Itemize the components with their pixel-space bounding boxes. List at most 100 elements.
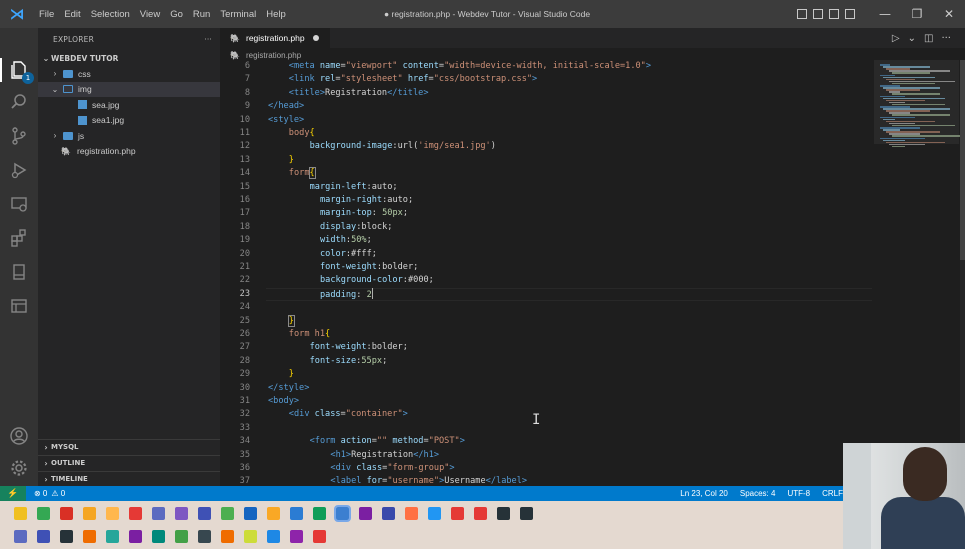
code-line[interactable]: 15 margin-left:auto; bbox=[220, 181, 874, 194]
taskbar-app-icon[interactable] bbox=[175, 506, 188, 520]
taskbar-app-icon[interactable] bbox=[267, 506, 280, 520]
menu-view[interactable]: View bbox=[135, 9, 165, 20]
split-editor-icon[interactable]: ◫ bbox=[924, 33, 933, 44]
menu-help[interactable]: Help bbox=[261, 9, 291, 20]
customize-layout-icon[interactable] bbox=[845, 9, 855, 19]
vertical-scrollbar[interactable] bbox=[960, 60, 965, 486]
extensions-icon[interactable] bbox=[7, 226, 31, 250]
taskbar-app-icon[interactable] bbox=[290, 506, 303, 520]
taskbar-app-icon[interactable] bbox=[60, 506, 73, 520]
line-ending[interactable]: CRLF bbox=[822, 489, 843, 498]
toggle-sidebar-icon[interactable] bbox=[797, 9, 807, 19]
search-icon[interactable] bbox=[7, 90, 31, 114]
menu-selection[interactable]: Selection bbox=[86, 9, 135, 20]
menu-edit[interactable]: Edit bbox=[59, 9, 85, 20]
taskbar-app-icon[interactable] bbox=[37, 506, 50, 520]
code-line[interactable]: 16 margin-right:auto; bbox=[220, 194, 874, 207]
taskbar-app-icon[interactable] bbox=[359, 506, 372, 520]
more-actions-icon[interactable]: ··· bbox=[941, 33, 951, 44]
menu-terminal[interactable]: Terminal bbox=[215, 9, 261, 20]
taskbar-app-icon[interactable] bbox=[175, 529, 188, 543]
taskbar-app-icon[interactable] bbox=[129, 529, 142, 543]
code-editor[interactable]: 6 <meta name="viewport" content="width=de… bbox=[220, 60, 874, 486]
taskbar-app-icon[interactable] bbox=[382, 506, 395, 520]
tab-registration-php[interactable]: 🐘 registration.php bbox=[220, 28, 330, 48]
code-line[interactable]: 7 <link rel="stylesheet" href="css/bootst… bbox=[220, 73, 874, 86]
tree-item-sea1-jpg[interactable]: sea1.jpg bbox=[38, 113, 220, 129]
tree-item-css[interactable]: › css bbox=[38, 66, 220, 82]
code-line[interactable]: 9 </head> bbox=[220, 100, 874, 113]
explorer-more-icon[interactable]: ··· bbox=[204, 35, 212, 44]
taskbar-app-icon[interactable] bbox=[428, 506, 441, 520]
taskbar-app-icon[interactable] bbox=[313, 529, 326, 543]
section-timeline[interactable]: › TIMELINE bbox=[38, 471, 220, 486]
code-line[interactable]: 12 background-image:url('img/sea1.jpg') bbox=[220, 140, 874, 153]
indentation[interactable]: Spaces: 4 bbox=[740, 489, 776, 498]
database-icon[interactable] bbox=[7, 294, 31, 318]
scrollbar-thumb[interactable] bbox=[960, 60, 965, 260]
unsaved-dot-icon[interactable] bbox=[312, 35, 319, 41]
taskbar-app-icon[interactable] bbox=[405, 506, 418, 520]
source-control-icon[interactable] bbox=[7, 124, 31, 148]
taskbar-app-icon[interactable] bbox=[290, 529, 303, 543]
code-line[interactable]: 26 form h1{ bbox=[220, 328, 874, 341]
section-outline[interactable]: › OUTLINE bbox=[38, 455, 220, 470]
code-line[interactable]: 35 <h1>Registration</h1> bbox=[220, 449, 874, 462]
taskbar-app-icon[interactable] bbox=[129, 506, 142, 520]
cursor-position[interactable]: Ln 23, Col 20 bbox=[680, 489, 728, 498]
code-line[interactable]: 30 </style> bbox=[220, 382, 874, 395]
restore-button[interactable]: ❐ bbox=[901, 0, 933, 28]
code-line[interactable]: 33 bbox=[220, 422, 874, 435]
chevron-down-icon[interactable]: ⌄ bbox=[908, 33, 916, 44]
code-line[interactable]: 6 <meta name="viewport" content="width=de… bbox=[220, 60, 874, 73]
code-line[interactable]: 29} bbox=[220, 368, 874, 381]
code-line[interactable]: 36 <div class="form-group"> bbox=[220, 462, 874, 475]
menu-run[interactable]: Run bbox=[188, 9, 215, 20]
settings-gear-icon[interactable] bbox=[7, 456, 31, 480]
taskbar-app-icon[interactable] bbox=[313, 506, 326, 520]
taskbar-app-icon[interactable] bbox=[267, 529, 280, 543]
taskbar-app-icon[interactable] bbox=[198, 506, 211, 520]
code-line[interactable]: 20 color:#fff; bbox=[220, 248, 874, 261]
code-line[interactable]: 11 body{ bbox=[220, 127, 874, 140]
tree-item-sea-jpg[interactable]: sea.jpg bbox=[38, 97, 220, 113]
toggle-panel-icon[interactable] bbox=[813, 9, 823, 19]
taskbar-app-icon[interactable] bbox=[497, 506, 510, 520]
account-icon[interactable] bbox=[7, 424, 31, 448]
taskbar-app-icon[interactable] bbox=[83, 529, 96, 543]
taskbar-app-icon[interactable] bbox=[14, 506, 27, 520]
taskbar-app-icon[interactable] bbox=[520, 506, 533, 520]
code-line[interactable]: 27 font-weight:bolder; bbox=[220, 341, 874, 354]
taskbar-app-icon[interactable] bbox=[83, 506, 96, 520]
code-line[interactable]: 21 font-weight:bolder; bbox=[220, 261, 874, 274]
taskbar-app-icon[interactable] bbox=[474, 506, 487, 520]
taskbar-app-icon[interactable] bbox=[221, 529, 234, 543]
toggle-secondary-sidebar-icon[interactable] bbox=[829, 9, 839, 19]
code-line[interactable]: 18 display:block; bbox=[220, 221, 874, 234]
taskbar-app-icon[interactable] bbox=[106, 506, 119, 520]
run-debug-icon[interactable] bbox=[7, 158, 31, 182]
taskbar-app-icon[interactable] bbox=[37, 529, 50, 543]
tree-item-registration-php[interactable]: 🐘 registration.php bbox=[38, 144, 220, 160]
workspace-header[interactable]: ⌄ WEBDEV TUTOR bbox=[38, 50, 220, 66]
code-line[interactable]: 8 <title>Registration</title> bbox=[220, 87, 874, 100]
code-line[interactable]: 28 font-size:55px; bbox=[220, 355, 874, 368]
menu-go[interactable]: Go bbox=[165, 9, 188, 20]
taskbar-app-icon[interactable] bbox=[152, 506, 165, 520]
code-line[interactable]: 17 margin-top: 50px; bbox=[220, 207, 874, 220]
code-line[interactable]: 23 padding: 2 bbox=[220, 287, 874, 302]
menu-file[interactable]: File bbox=[34, 9, 59, 20]
taskbar-app-icon[interactable] bbox=[198, 529, 211, 543]
encoding[interactable]: UTF-8 bbox=[787, 489, 810, 498]
taskbar-app-icon[interactable] bbox=[244, 529, 257, 543]
code-line[interactable]: 19 width:50%; bbox=[220, 234, 874, 247]
code-line[interactable]: 22 background-color:#000; bbox=[220, 274, 874, 287]
taskbar-app-icon[interactable] bbox=[221, 506, 234, 520]
code-line[interactable]: 31 <body> bbox=[220, 395, 874, 408]
code-line[interactable]: 37 <label for="username">Username</label> bbox=[220, 475, 874, 486]
remote-explorer-icon[interactable] bbox=[7, 192, 31, 216]
taskbar-app-icon[interactable] bbox=[451, 506, 464, 520]
taskbar-app-icon[interactable] bbox=[106, 529, 119, 543]
code-line[interactable]: 32 <div class="container"> bbox=[220, 408, 874, 421]
run-file-icon[interactable]: ▷ bbox=[892, 33, 900, 44]
